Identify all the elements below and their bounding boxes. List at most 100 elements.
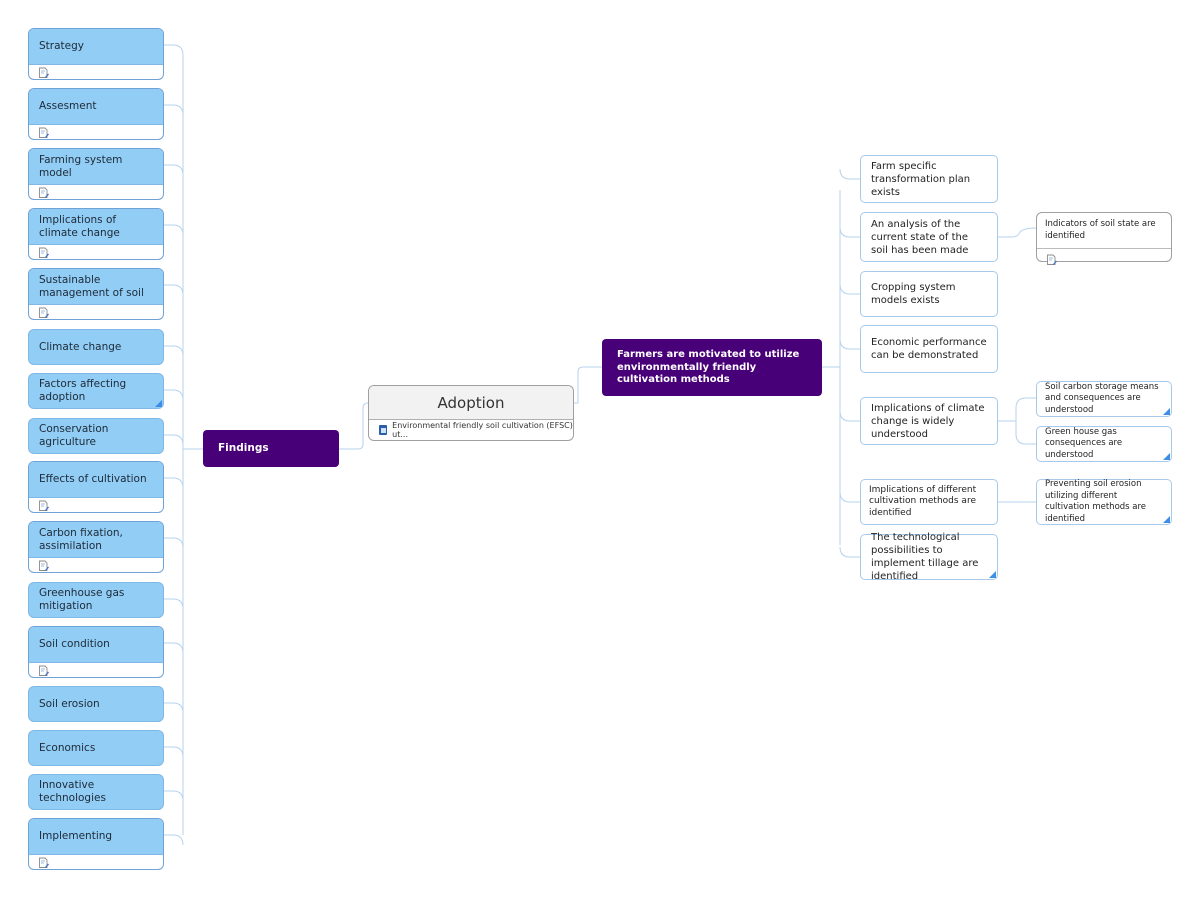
topic-label: Economics bbox=[39, 741, 96, 754]
findings-child-topic[interactable]: Soil condition bbox=[28, 626, 164, 678]
findings-child-topic[interactable]: Greenhouse gas mitigation bbox=[28, 582, 164, 618]
topic-label: Soil erosion bbox=[39, 697, 100, 710]
topic-label: Farming system model bbox=[29, 149, 163, 185]
collapsed-marker-icon[interactable] bbox=[155, 400, 162, 407]
collapsed-marker-icon[interactable] bbox=[1163, 408, 1170, 415]
connector-lines bbox=[164, 44, 1037, 846]
findings-child-topic[interactable]: Soil erosion bbox=[28, 686, 164, 722]
note-icon[interactable] bbox=[38, 247, 49, 258]
findings-link bbox=[164, 345, 184, 357]
findings-link bbox=[164, 389, 184, 401]
findings-link bbox=[164, 642, 184, 654]
findings-link bbox=[164, 790, 184, 802]
motivation-label: Farmers are motivated to utilize environ… bbox=[617, 349, 800, 385]
note-row bbox=[29, 185, 163, 200]
findings-link bbox=[164, 434, 184, 446]
findings-child-topic[interactable]: Conservation agriculture bbox=[28, 418, 164, 454]
topic-label: The technological possibilities to imple… bbox=[871, 532, 979, 582]
note-row bbox=[29, 65, 163, 80]
topic-label: Implementing bbox=[29, 819, 163, 855]
sub-topic[interactable]: Preventing soil erosion utilizing differ… bbox=[1036, 479, 1172, 525]
note-icon[interactable] bbox=[38, 307, 49, 318]
collapsed-marker-icon[interactable] bbox=[1163, 516, 1170, 523]
findings-child-topic[interactable]: Sustainable management of soil bbox=[28, 268, 164, 320]
motivation-child-topic[interactable]: Farm specific transformation plan exists bbox=[860, 155, 998, 203]
findings-link bbox=[164, 104, 184, 116]
motivation-child-topic[interactable]: Implications of different cultivation me… bbox=[860, 479, 998, 525]
motivation-child-topic[interactable]: Implications of climate change is widely… bbox=[860, 397, 998, 445]
topic-label: Green house gas consequences are underst… bbox=[1045, 426, 1123, 460]
findings-child-topic[interactable]: Factors affecting adoption bbox=[28, 373, 164, 409]
motivation-child-topic[interactable]: Economic performance can be demonstrated bbox=[860, 325, 998, 373]
findings-link bbox=[164, 284, 184, 296]
note-row bbox=[29, 855, 163, 870]
findings-child-topic[interactable]: Effects of cultivation bbox=[28, 461, 164, 513]
topic-label: Implications of different cultivation me… bbox=[869, 484, 977, 518]
motivation-child-topic[interactable]: The technological possibilities to imple… bbox=[860, 532, 998, 582]
findings-child-topic[interactable]: Climate change bbox=[28, 329, 164, 365]
topic-label: Innovative technologies bbox=[39, 779, 106, 804]
findings-child-topic[interactable]: Carbon fixation, assimilation bbox=[28, 521, 164, 573]
findings-link bbox=[164, 164, 184, 176]
motivation-child-topic[interactable]: Cropping system models exists bbox=[860, 271, 998, 317]
findings-child-topic[interactable]: Implementing bbox=[28, 818, 164, 870]
findings-child-topic[interactable]: Strategy bbox=[28, 28, 164, 80]
findings-child-topic[interactable]: Farming system model bbox=[28, 148, 164, 200]
topic-label: Factors affecting adoption bbox=[39, 378, 127, 403]
central-topic-title: Adoption bbox=[369, 386, 573, 420]
findings-child-topic[interactable]: Assesment bbox=[28, 88, 164, 140]
sub-topic[interactable]: Soil carbon storage means and consequenc… bbox=[1036, 381, 1172, 417]
note-icon[interactable] bbox=[38, 857, 49, 868]
topic-label: An analysis of the current state of the … bbox=[871, 218, 969, 256]
sub-topic[interactable]: Indicators of soil state are identified bbox=[1036, 212, 1172, 265]
attachment-link[interactable]: Environmental friendly soil cultivation … bbox=[369, 420, 573, 439]
findings-label: Findings bbox=[218, 442, 269, 454]
note-icon[interactable] bbox=[38, 560, 49, 571]
findings-topic[interactable]: Findings bbox=[203, 430, 339, 467]
central-topic-adoption[interactable]: Adoption Environmental friendly soil cul… bbox=[368, 385, 574, 441]
note-icon[interactable] bbox=[38, 187, 49, 198]
topic-label: Effects of cultivation bbox=[29, 462, 163, 498]
findings-link bbox=[164, 834, 184, 846]
motivation-child-link bbox=[839, 338, 860, 350]
topic-label: Economic performance can be demonstrated bbox=[871, 337, 987, 361]
topic-label: Farm specific transformation plan exists bbox=[871, 160, 971, 198]
collapsed-marker-icon[interactable] bbox=[1163, 453, 1170, 460]
note-icon[interactable] bbox=[38, 127, 49, 138]
topic-label: Carbon fixation, assimilation bbox=[29, 522, 163, 558]
sub-topic[interactable]: Green house gas consequences are underst… bbox=[1036, 426, 1172, 462]
findings-child-topic[interactable]: Economics bbox=[28, 730, 164, 766]
findings-link bbox=[164, 598, 184, 610]
motivation-child-link bbox=[839, 283, 860, 295]
findings-link bbox=[164, 44, 184, 56]
note-row bbox=[29, 245, 163, 260]
findings-link bbox=[164, 702, 184, 714]
motivation-child-link bbox=[839, 410, 860, 422]
topic-label: Implications of climate change bbox=[29, 209, 163, 245]
note-row bbox=[1037, 249, 1171, 265]
collapsed-marker-icon[interactable] bbox=[989, 571, 996, 578]
note-icon[interactable] bbox=[38, 665, 49, 676]
topic-label: Soil condition bbox=[29, 627, 163, 663]
motivation-child-topic[interactable]: An analysis of the current state of the … bbox=[860, 212, 998, 262]
findings-child-topic[interactable]: Innovative technologies bbox=[28, 774, 164, 810]
topic-label: Soil carbon storage means and consequenc… bbox=[1045, 381, 1159, 415]
topic-label: Indicators of soil state are identified bbox=[1037, 213, 1171, 249]
topic-label: Assesment bbox=[29, 89, 163, 125]
findings-child-topic[interactable]: Implications of climate change bbox=[28, 208, 164, 260]
findings-link bbox=[164, 746, 184, 758]
motivation-child-link bbox=[839, 168, 860, 180]
note-icon[interactable] bbox=[38, 67, 49, 78]
note-icon[interactable] bbox=[1046, 251, 1057, 265]
topic-label: Preventing soil erosion utilizing differ… bbox=[1045, 479, 1147, 524]
note-icon[interactable] bbox=[38, 500, 49, 511]
motivation-topic[interactable]: Farmers are motivated to utilize environ… bbox=[602, 339, 822, 396]
topic-label: Conservation agriculture bbox=[39, 423, 109, 448]
note-row bbox=[29, 663, 163, 678]
central-link bbox=[339, 402, 369, 450]
topic-label: Climate change bbox=[39, 340, 122, 353]
topic-label: Cropping system models exists bbox=[871, 282, 956, 306]
findings-link bbox=[164, 224, 184, 236]
note-row bbox=[29, 305, 163, 320]
sub-link bbox=[998, 227, 1037, 238]
